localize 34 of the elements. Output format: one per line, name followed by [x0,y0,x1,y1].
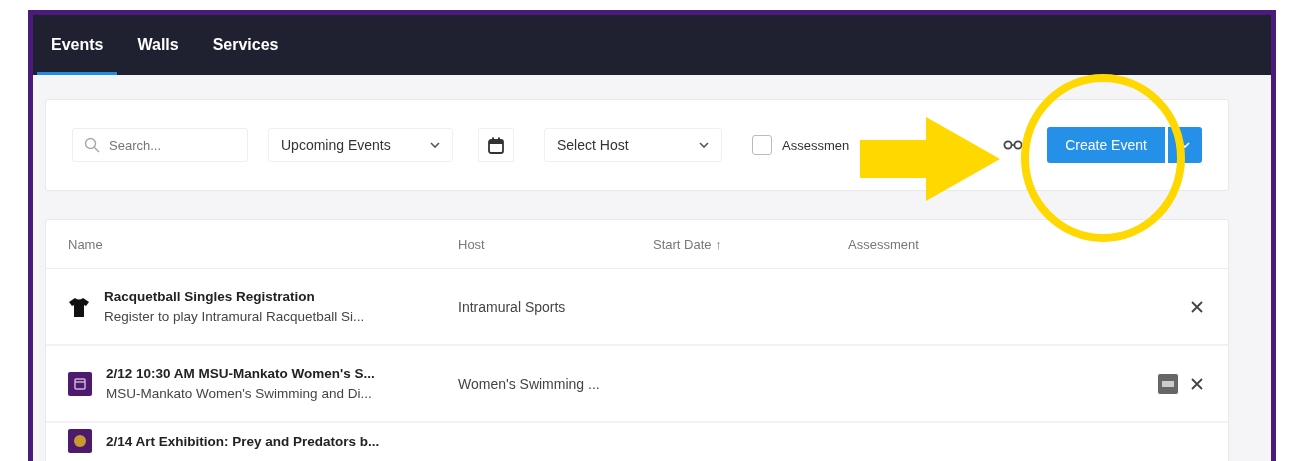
close-icon[interactable] [1190,376,1204,391]
assessment-checkbox[interactable] [752,135,772,155]
checkbox-label: Assessmen [782,137,850,153]
nav-tab[interactable]: Services [198,15,293,75]
chevron-icon [699,142,709,148]
nav-tab[interactable]: Walls [123,15,193,75]
table-row[interactable]: Racquetball Singles Registration Register to play Intramural Racquetball Si... Intramural Sports [46,269,1228,346]
column-header[interactable]: Name [68,236,103,252]
column-header[interactable]: Host [458,236,485,252]
t-shirt-icon [68,295,90,318]
host-name: Women's Swimming ... [458,375,600,392]
event-description: MSU-Mankato Women's Swimming and Di... [106,386,373,401]
search-field[interactable]: Search... [72,128,248,162]
column-header[interactable]: Start Date ↑ [653,236,722,252]
table-row[interactable]: 2/12 10:30 AM MSU-Mankato Women's S... MSU-Mankato Women's Swimming and Di... Women's Swimming ... [46,346,1228,423]
event-title[interactable]: 2/14 Art Exhibition: Prey and Predators b... [106,433,380,449]
event-title[interactable]: 2/12 10:30 AM MSU-Mankato Women's S... [106,366,375,381]
host-select[interactable]: Select Host [544,128,722,162]
column-header[interactable]: Assessment [848,236,919,252]
close-icon[interactable] [1190,299,1204,314]
calendar-button[interactable] [478,128,514,162]
calendar-icon [488,136,504,154]
nav-tab[interactable]: Events [37,15,118,75]
chevron-icon [430,142,440,148]
card-icon[interactable] [1158,373,1178,394]
event-title[interactable]: Racquetball Singles Registration [104,289,365,304]
host-name: Intramural Sports [458,298,566,315]
view-select[interactable]: Upcoming Events [268,128,453,162]
event-description: Register to play Intramural Racquetball Si... [104,309,365,324]
glasses-icon[interactable] [1003,140,1023,150]
calendar-icon [68,429,92,453]
search-icon [84,137,100,153]
table-row[interactable]: 2/14 Art Exhibition: Prey and Predators b... [46,423,1228,461]
calendar-icon [68,371,92,396]
